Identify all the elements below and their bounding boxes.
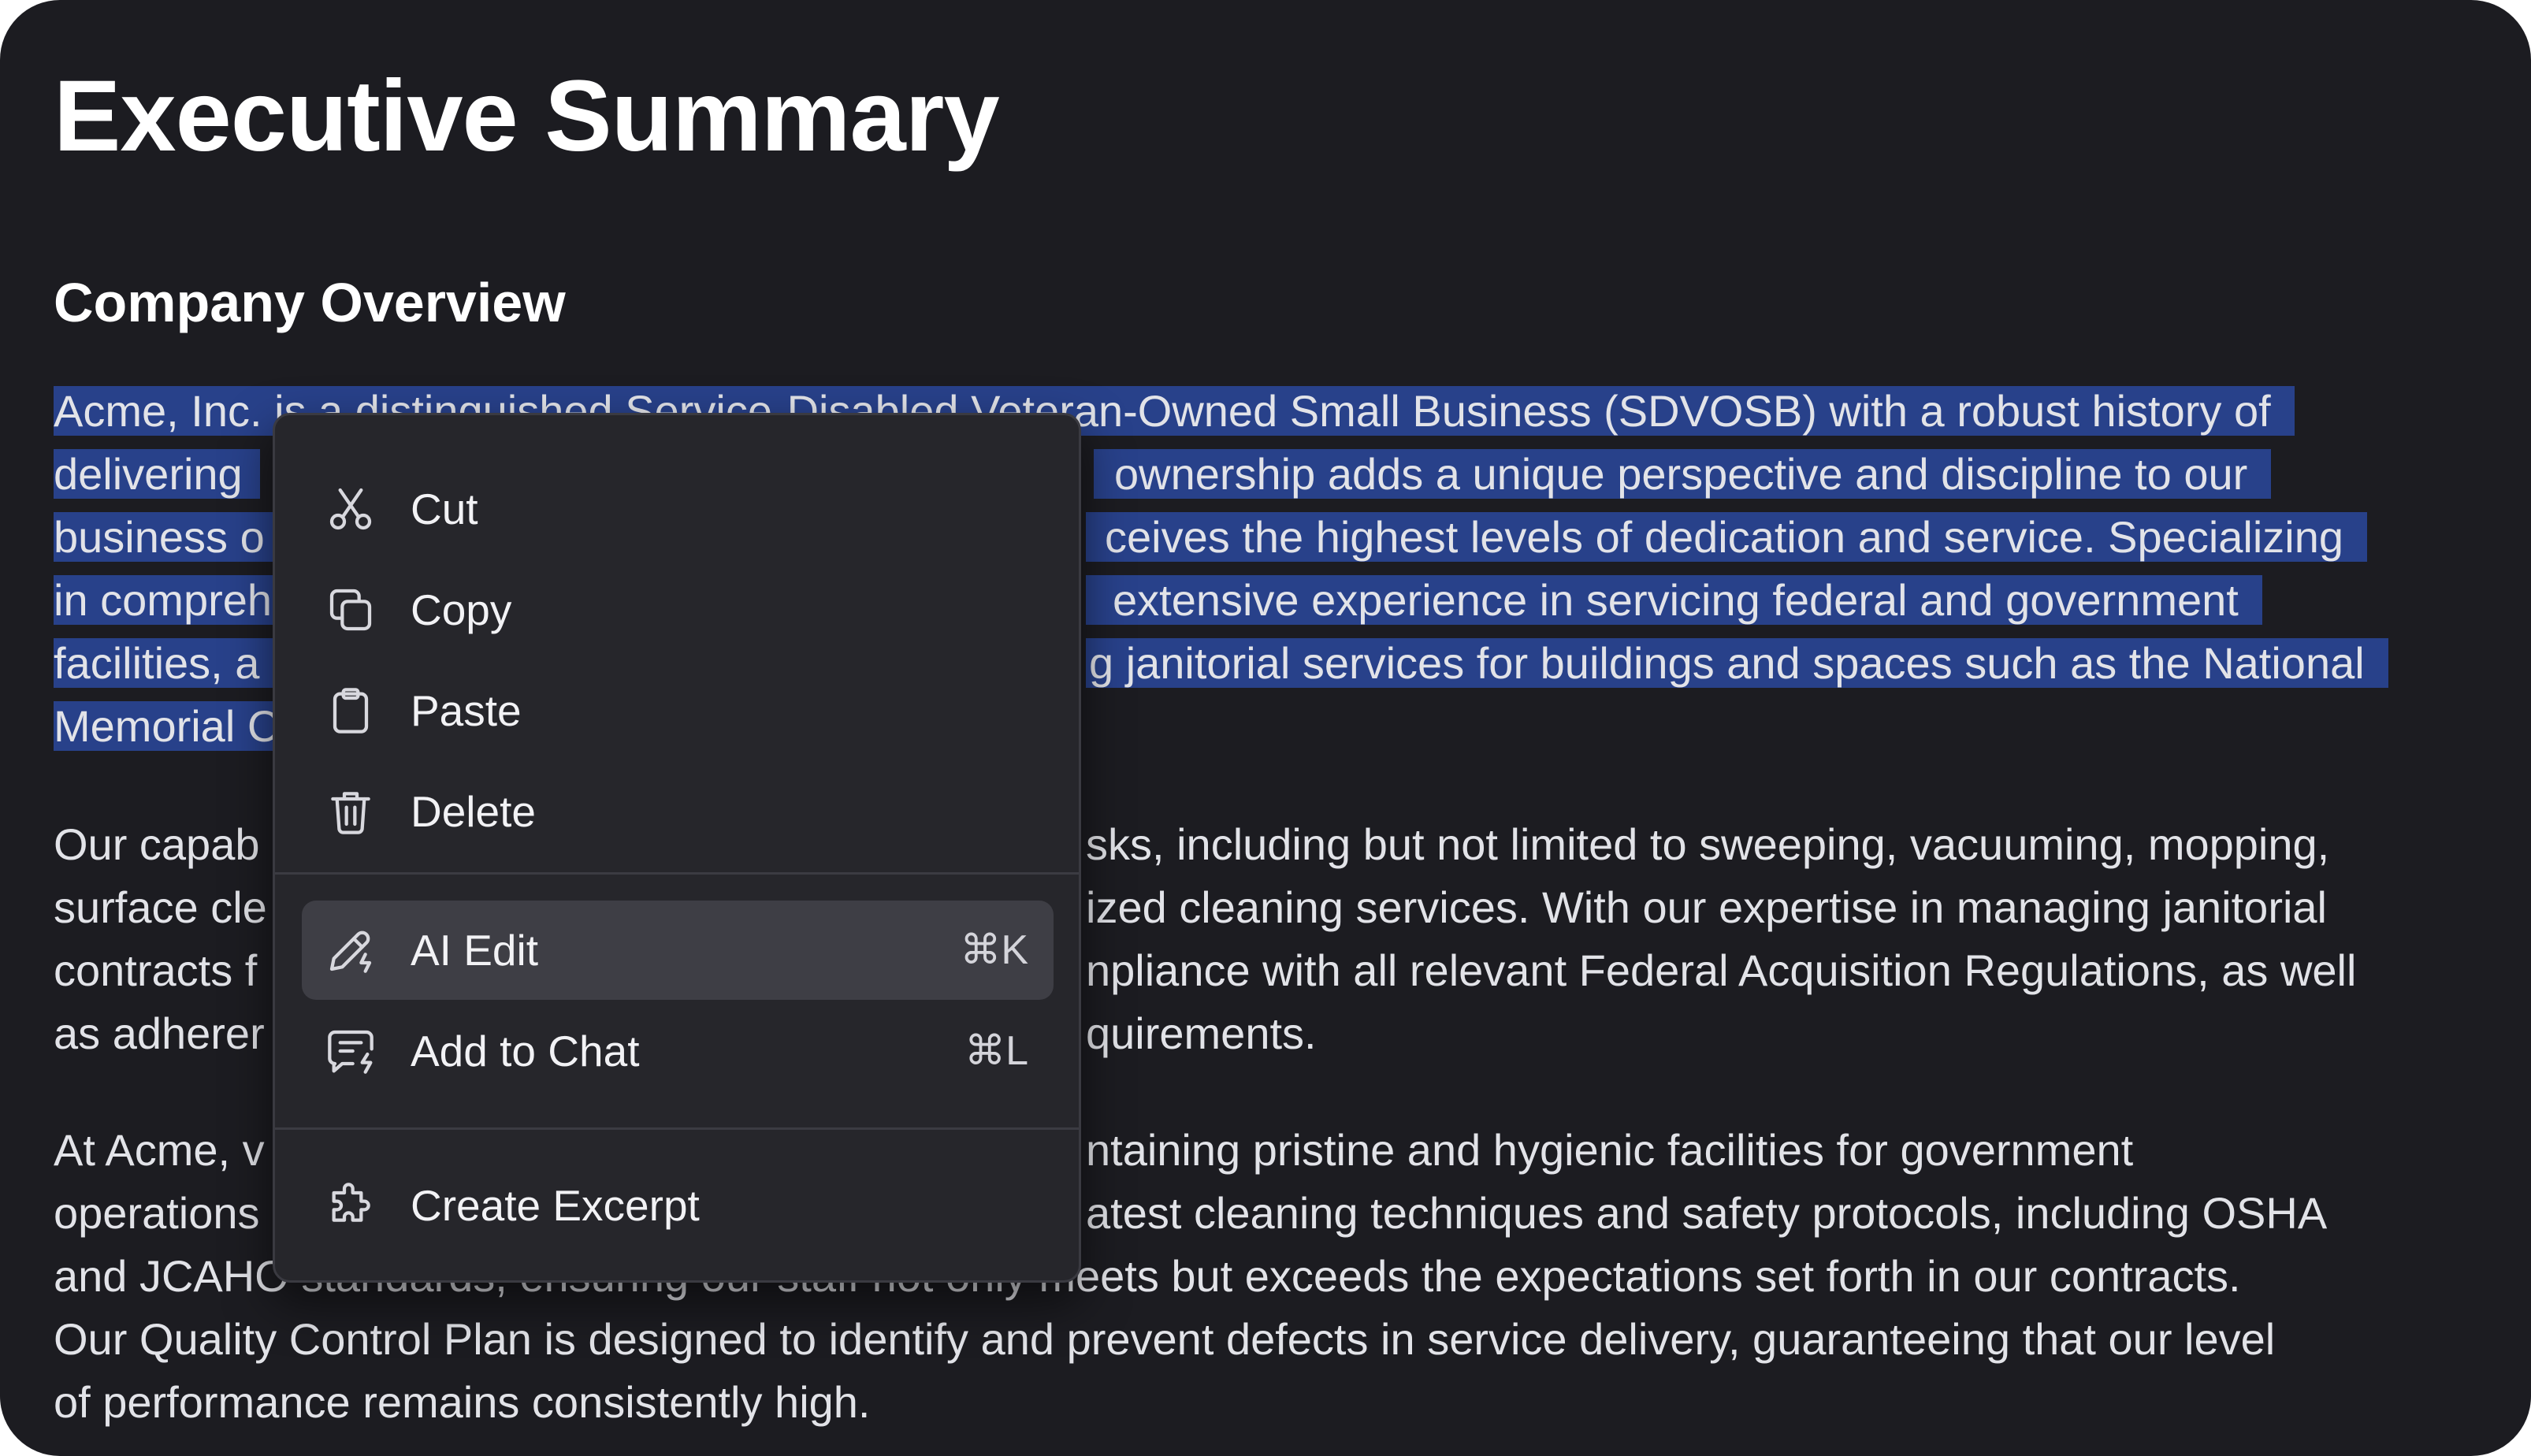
selected-text[interactable]: ceives the highest levels of dedication …	[1086, 512, 2368, 562]
selected-text[interactable]: g janitorial services for buildings and …	[1086, 638, 2388, 688]
paragraph-line-fragment: quirements.	[1086, 1008, 1317, 1058]
paragraph-line: operations	[54, 1188, 260, 1238]
paragraph-line-fragment: ceives the highest levels of dedication …	[1086, 506, 2368, 569]
paragraph-line: Our capab	[54, 819, 260, 869]
menu-item-delete[interactable]: Delete	[302, 762, 1054, 861]
scissors-icon	[325, 484, 376, 534]
selected-text[interactable]: facilities, a	[54, 638, 277, 688]
selected-text[interactable]: ownership adds a unique perspective and …	[1094, 449, 2272, 499]
paragraph-line-fragment: ntaining pristine and hygienic facilitie…	[1086, 1125, 2134, 1175]
paragraph-line: delivering	[54, 443, 260, 506]
page-title[interactable]: Executive Summary	[54, 54, 1000, 180]
paragraph-line-fragment: npliance with all relevant Federal Acqui…	[1086, 945, 2357, 995]
menu-item-label: Delete	[411, 787, 536, 836]
chat-bolt-icon	[325, 1026, 376, 1076]
menu-item-paste[interactable]: Paste	[302, 661, 1054, 760]
paragraph-line-fragment: atest cleaning techniques and safety pro…	[1086, 1188, 2328, 1238]
copy-icon	[325, 585, 376, 635]
menu-item-ai-edit[interactable]: AI Edit ⌘K	[302, 901, 1054, 1000]
selected-text[interactable]: extensive experience in servicing federa…	[1086, 575, 2262, 625]
ai-pencil-icon	[325, 925, 376, 975]
paragraph-line: in compreh	[54, 569, 290, 632]
selected-text[interactable]: delivering	[54, 449, 260, 499]
context-menu: Cut Copy Paste Delete AI Edit ⌘K Add to …	[273, 413, 1081, 1283]
paragraph-line: surface cle	[54, 882, 267, 932]
menu-item-label: Paste	[411, 686, 522, 735]
menu-item-label: Create Excerpt	[411, 1181, 700, 1230]
paragraph-line: Memorial C	[54, 695, 297, 758]
paragraph-line-fragment: ownership adds a unique perspective and …	[1094, 443, 2272, 506]
paragraph-line: contracts f	[54, 945, 258, 995]
paragraph-line-fragment: sks, including but not limited to sweepi…	[1086, 819, 2330, 869]
menu-divider	[275, 1127, 1079, 1130]
puzzle-icon	[325, 1180, 376, 1231]
paragraph-line: business o	[54, 506, 282, 569]
section-heading[interactable]: Company Overview	[54, 265, 566, 340]
clipboard-icon	[325, 685, 376, 736]
paragraph-line-fragment: g janitorial services for buildings and …	[1086, 632, 2388, 695]
editor-window: Executive Summary Company Overview Acme,…	[0, 0, 2531, 1456]
menu-item-add-to-chat[interactable]: Add to Chat ⌘L	[302, 1001, 1054, 1101]
menu-item-copy[interactable]: Copy	[302, 560, 1054, 659]
menu-item-label: Add to Chat	[411, 1027, 640, 1075]
menu-item-create-excerpt[interactable]: Create Excerpt	[302, 1156, 1054, 1255]
selected-text[interactable]: in compreh	[54, 575, 290, 625]
paragraph-line-fragment: extensive experience in servicing federa…	[1086, 569, 2262, 632]
paragraph-line: as adherer	[54, 1008, 265, 1058]
menu-item-cut[interactable]: Cut	[302, 459, 1054, 559]
paragraph-line: Our Quality Control Plan is designed to …	[54, 1314, 2276, 1364]
shortcut-hint: ⌘L	[964, 1028, 1028, 1074]
paragraph-line: of performance remains consistently high…	[54, 1377, 871, 1427]
shortcut-hint: ⌘K	[960, 927, 1028, 973]
selected-text[interactable]: Memorial C	[54, 701, 297, 751]
menu-item-label: AI Edit	[411, 926, 539, 975]
menu-item-label: Copy	[411, 585, 512, 634]
menu-item-label: Cut	[411, 485, 478, 533]
selected-text[interactable]: business o	[54, 512, 282, 562]
trash-icon	[325, 786, 376, 837]
menu-divider	[275, 872, 1079, 875]
paragraph-line: facilities, a	[54, 632, 277, 695]
paragraph-line-fragment: ized cleaning services. With our experti…	[1086, 882, 2327, 932]
paragraph-line: At Acme, v	[54, 1125, 265, 1175]
